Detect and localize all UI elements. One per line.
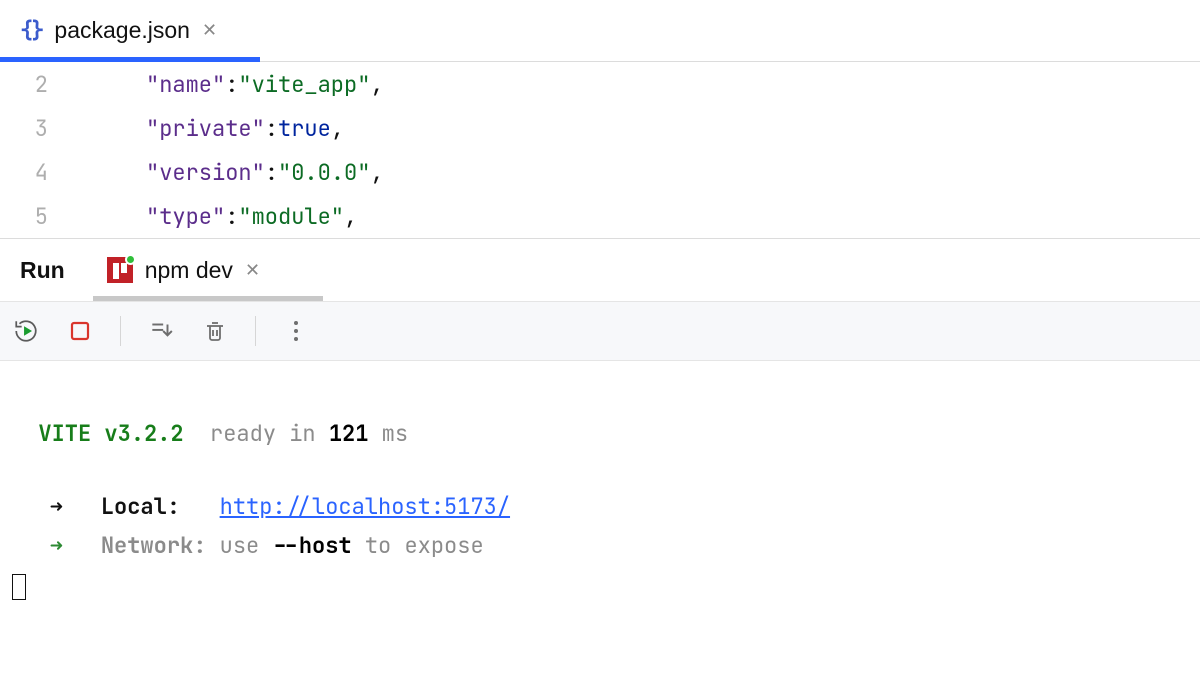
- code-line[interactable]: 3"private": true,: [0, 106, 1200, 150]
- json-value: "0.0.0": [278, 158, 370, 187]
- line-number: 4: [0, 158, 66, 187]
- cursor-icon: [12, 574, 26, 600]
- line-number: 2: [0, 70, 66, 99]
- console-cursor-line: [12, 570, 1188, 600]
- toolbar-divider: [255, 316, 256, 346]
- toolbar-divider: [120, 316, 121, 346]
- running-indicator-dot: [125, 254, 136, 265]
- ready-time: 121: [329, 419, 369, 448]
- ready-prefix: ready in: [210, 419, 329, 448]
- close-icon[interactable]: ✕: [202, 20, 217, 41]
- line-number: 3: [0, 114, 66, 143]
- json-key: "private": [146, 114, 265, 143]
- run-tab-npm-dev[interactable]: npm dev ✕: [93, 239, 276, 301]
- vite-label: VITE: [38, 419, 91, 448]
- run-header: Run npm dev ✕: [0, 239, 1200, 301]
- ready-suffix: ms: [368, 419, 408, 448]
- vite-version: v3.2.2: [104, 419, 183, 448]
- json-value: "module": [238, 202, 344, 231]
- network-flag: --host: [272, 531, 351, 560]
- local-url-link[interactable]: http://localhost:5173/: [220, 492, 510, 521]
- local-label: Local:: [101, 492, 180, 521]
- line-number: 5: [0, 202, 66, 231]
- run-toolbar: [0, 301, 1200, 361]
- run-tab-indicator: [93, 296, 323, 301]
- network-prefix: use: [220, 531, 273, 560]
- arrow-icon: ➜: [38, 531, 74, 560]
- rerun-button[interactable]: [12, 317, 40, 345]
- stop-button[interactable]: [66, 317, 94, 345]
- code-line[interactable]: 4"version": "0.0.0",: [0, 150, 1200, 194]
- code-line[interactable]: 2"name": "vite_app",: [0, 62, 1200, 106]
- close-icon[interactable]: ✕: [245, 260, 260, 281]
- console-line: VITE v3.2.2 ready in 121 ms: [12, 419, 1188, 448]
- network-label: Network:: [101, 531, 207, 560]
- more-actions-button[interactable]: [282, 317, 310, 345]
- json-value: "vite_app": [238, 70, 370, 99]
- network-suffix: to expose: [352, 531, 484, 560]
- arrow-icon: ➜: [38, 492, 74, 521]
- active-tab-indicator: [0, 57, 260, 62]
- npm-icon: [107, 257, 133, 283]
- run-panel-title[interactable]: Run: [0, 239, 93, 301]
- clear-button[interactable]: [201, 317, 229, 345]
- scroll-to-end-button[interactable]: [147, 317, 175, 345]
- console-line: ➜ Local: http://localhost:5173/: [12, 492, 1188, 521]
- editor-tab-strip: {} package.json ✕: [0, 0, 1200, 62]
- json-key: "version": [146, 158, 265, 187]
- code-editor[interactable]: 2"name": "vite_app",3"private": true,4"v…: [0, 62, 1200, 238]
- run-tool-window: Run npm dev ✕: [0, 238, 1200, 700]
- run-tab-label: npm dev: [145, 257, 233, 284]
- json-value: true: [278, 114, 331, 143]
- editor-tab-package-json[interactable]: {} package.json ✕: [0, 0, 233, 61]
- code-line[interactable]: 5"type": "module",: [0, 194, 1200, 238]
- braces-icon: {}: [20, 16, 42, 45]
- editor-tab-title: package.json: [54, 17, 190, 44]
- console-output[interactable]: VITE v3.2.2 ready in 121 ms ➜ Local: htt…: [0, 361, 1200, 700]
- console-line: ➜ Network: use --host to expose: [12, 531, 1188, 560]
- json-key: "name": [146, 70, 225, 99]
- json-key: "type": [146, 202, 225, 231]
